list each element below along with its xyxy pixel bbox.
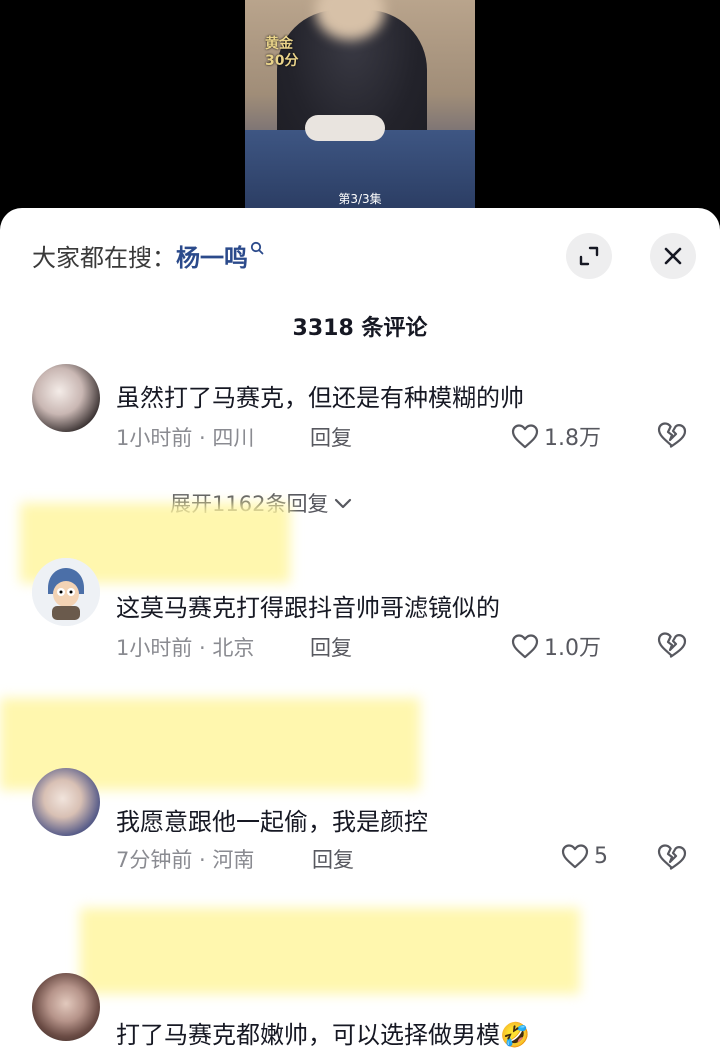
heart-icon [561, 844, 589, 869]
search-icon [250, 240, 264, 259]
chevron-down-icon [335, 498, 352, 509]
expand-icon [579, 246, 599, 266]
avatar[interactable] [32, 973, 100, 1041]
expand-button[interactable] [566, 233, 612, 279]
avatar[interactable] [32, 558, 100, 626]
dislike-button[interactable] [655, 420, 687, 452]
like-count: 1.0万 [544, 636, 601, 661]
broken-heart-icon [657, 632, 687, 658]
search-keyword[interactable]: 杨一鸣 [176, 238, 248, 273]
like-button[interactable]: 5 [560, 842, 608, 870]
comment-meta: 1小时前 · 四川 [116, 426, 255, 450]
comment-item: 这莫马赛克打得跟抖音帅哥滤镜似的 1小时前 · 北京 回复 1.0万 [0, 558, 720, 678]
reply-button[interactable]: 回复 [310, 422, 352, 452]
video-hands [305, 115, 385, 141]
video-badge-line2: 30分 [265, 53, 299, 69]
avatar-cartoon [32, 558, 100, 626]
dislike-button[interactable] [655, 842, 687, 874]
video-badge-line1: 黄金 [265, 36, 293, 52]
avatar[interactable] [32, 364, 100, 432]
comment-text: 虽然打了马赛克，但还是有种模糊的帅 [116, 384, 524, 412]
comment-text: 我愿意跟他一起偷，我是颜控 [116, 808, 428, 836]
broken-heart-icon [657, 422, 687, 448]
like-button[interactable]: 1.8万 [510, 420, 601, 452]
comment-text: 这莫马赛克打得跟抖音帅哥滤镜似的 [116, 594, 500, 622]
reply-button[interactable]: 回复 [312, 844, 354, 874]
comment-item: 打了马赛克都嫩帅，可以选择做男模🤣 [0, 973, 720, 1058]
comment-item: 我愿意跟他一起偷，我是颜控 7分钟前 · 河南 回复 5 [0, 768, 720, 888]
heart-icon [511, 424, 539, 449]
search-prefix: 大家都在搜： [32, 244, 176, 272]
broken-heart-icon [657, 844, 687, 870]
comments-sheet: 大家都在搜： 杨一鸣 3318 条评论 虽然打了马赛克，但还是有种模糊的帅 1小… [0, 208, 720, 1058]
episode-label: 第3/3集 [338, 192, 382, 206]
heart-icon [511, 634, 539, 659]
reply-button[interactable]: 回复 [310, 632, 352, 662]
like-count: 5 [594, 843, 608, 869]
like-button[interactable]: 1.0万 [510, 630, 601, 662]
video-frame[interactable]: 黄金 30分 第3/3集 [245, 0, 475, 210]
comment-meta: 7分钟前 · 河南 [116, 848, 255, 872]
avatar[interactable] [32, 768, 100, 836]
like-count: 1.8万 [544, 426, 601, 451]
search-suggestion[interactable]: 大家都在搜： 杨一鸣 [32, 238, 264, 273]
dislike-button[interactable] [655, 630, 687, 662]
comment-text: 打了马赛克都嫩帅，可以选择做男模🤣 [116, 1021, 530, 1049]
close-button[interactable] [650, 233, 696, 279]
close-icon [664, 247, 682, 265]
comment-meta: 1小时前 · 北京 [116, 636, 255, 660]
video-badge: 黄金 30分 [265, 36, 298, 70]
comment-count: 3318 条评论 [292, 316, 428, 341]
video-area[interactable]: 黄金 30分 第3/3集 [0, 0, 720, 240]
